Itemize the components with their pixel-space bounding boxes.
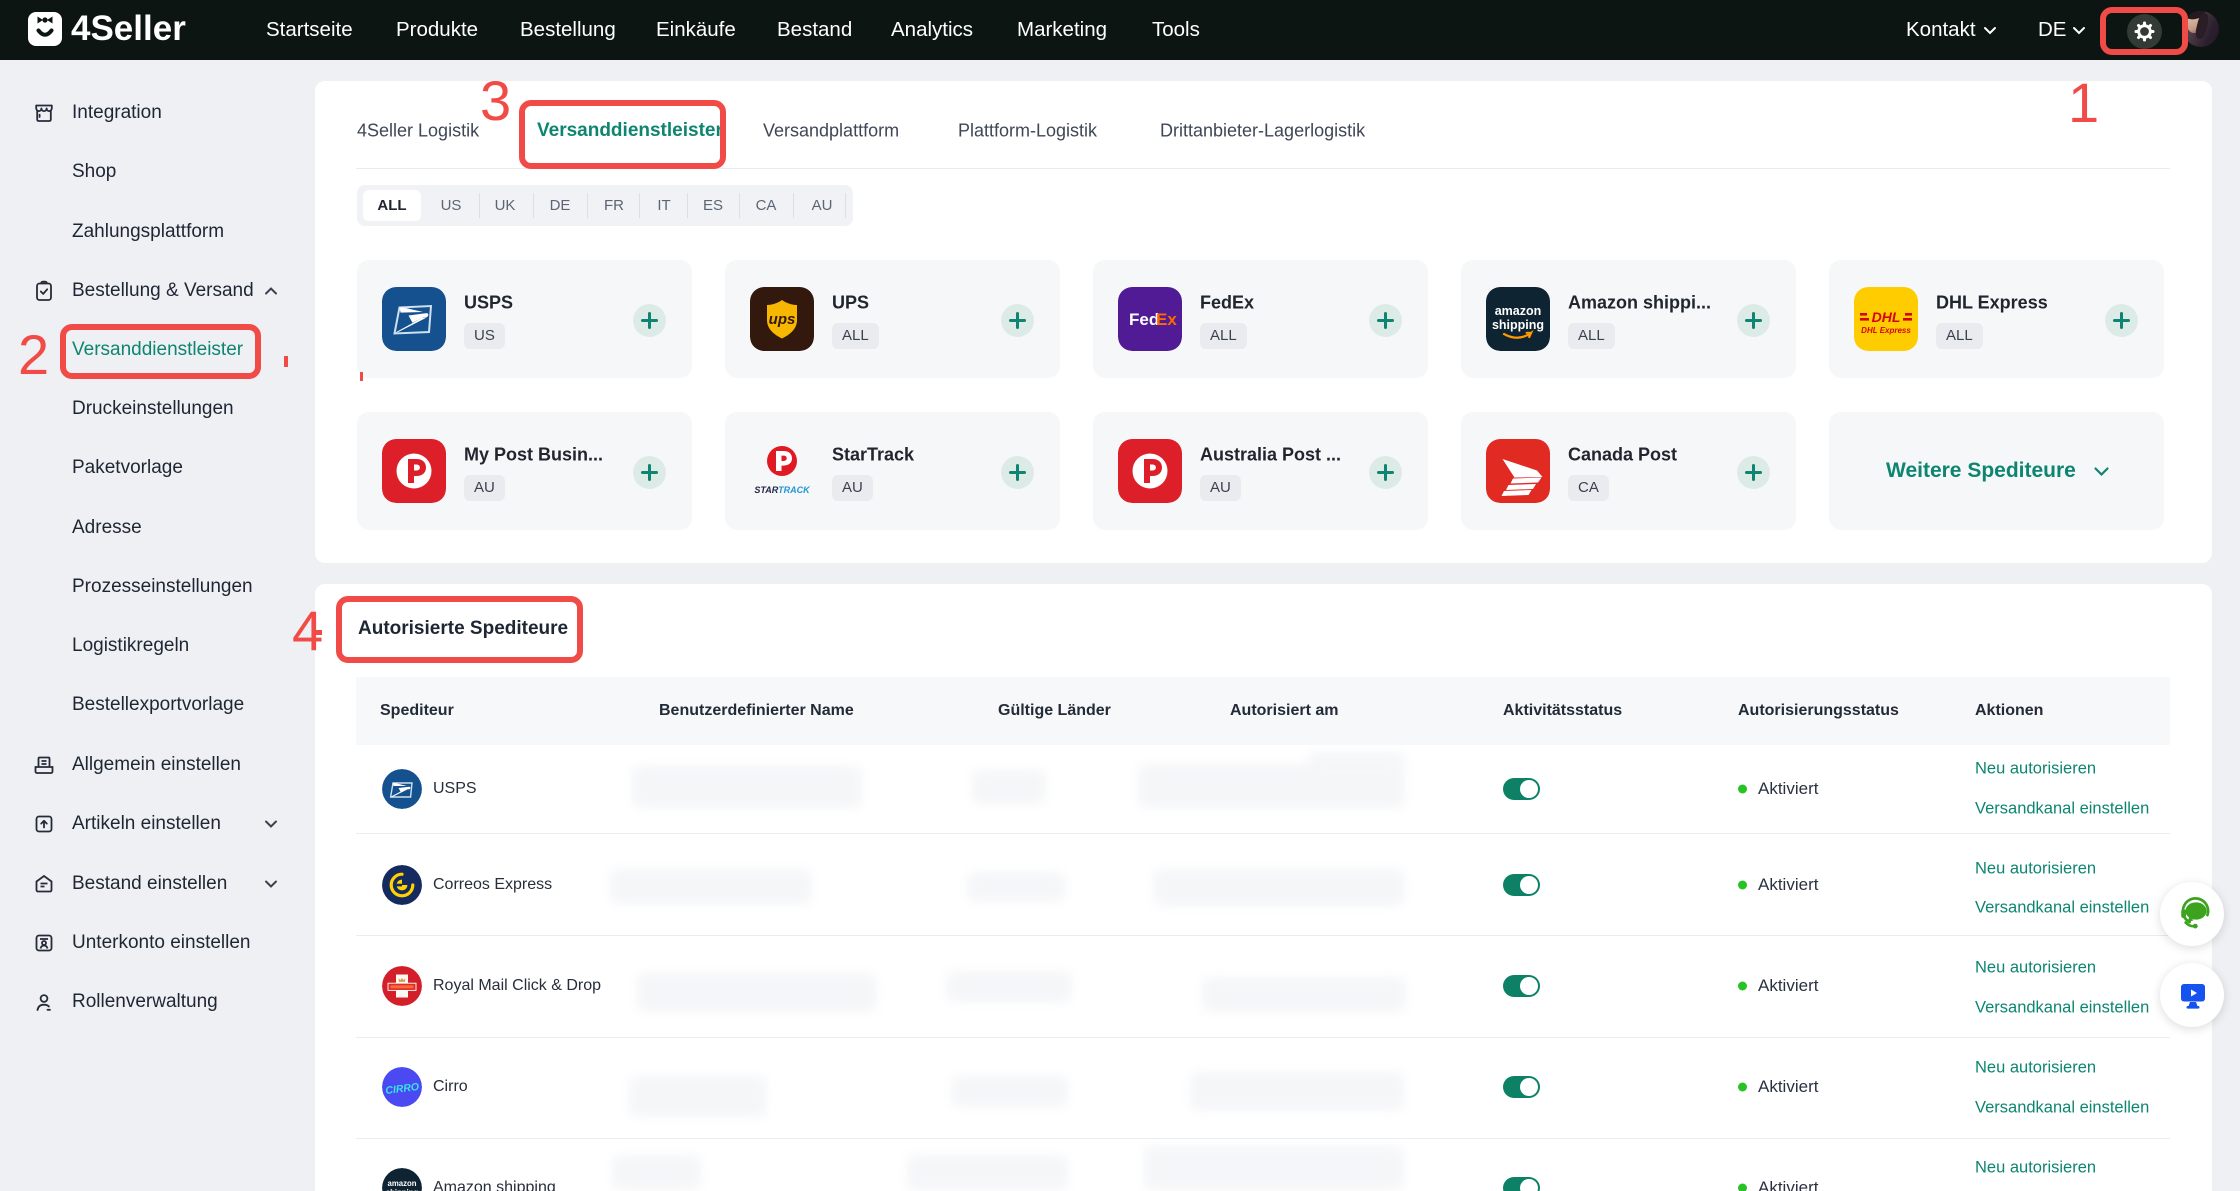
svg-text:DHL Express: DHL Express bbox=[1861, 326, 1911, 335]
svg-text:STARTRACK: STARTRACK bbox=[754, 485, 811, 495]
svg-text:DHL: DHL bbox=[1872, 309, 1901, 325]
svg-text:Ex: Ex bbox=[1156, 310, 1177, 329]
svg-text:amazon: amazon bbox=[1495, 304, 1542, 318]
svg-text:Fed: Fed bbox=[1129, 310, 1159, 329]
svg-text:amazon: amazon bbox=[387, 1179, 416, 1188]
svg-text:ups: ups bbox=[769, 311, 796, 328]
svg-text:shipping: shipping bbox=[1492, 318, 1544, 332]
